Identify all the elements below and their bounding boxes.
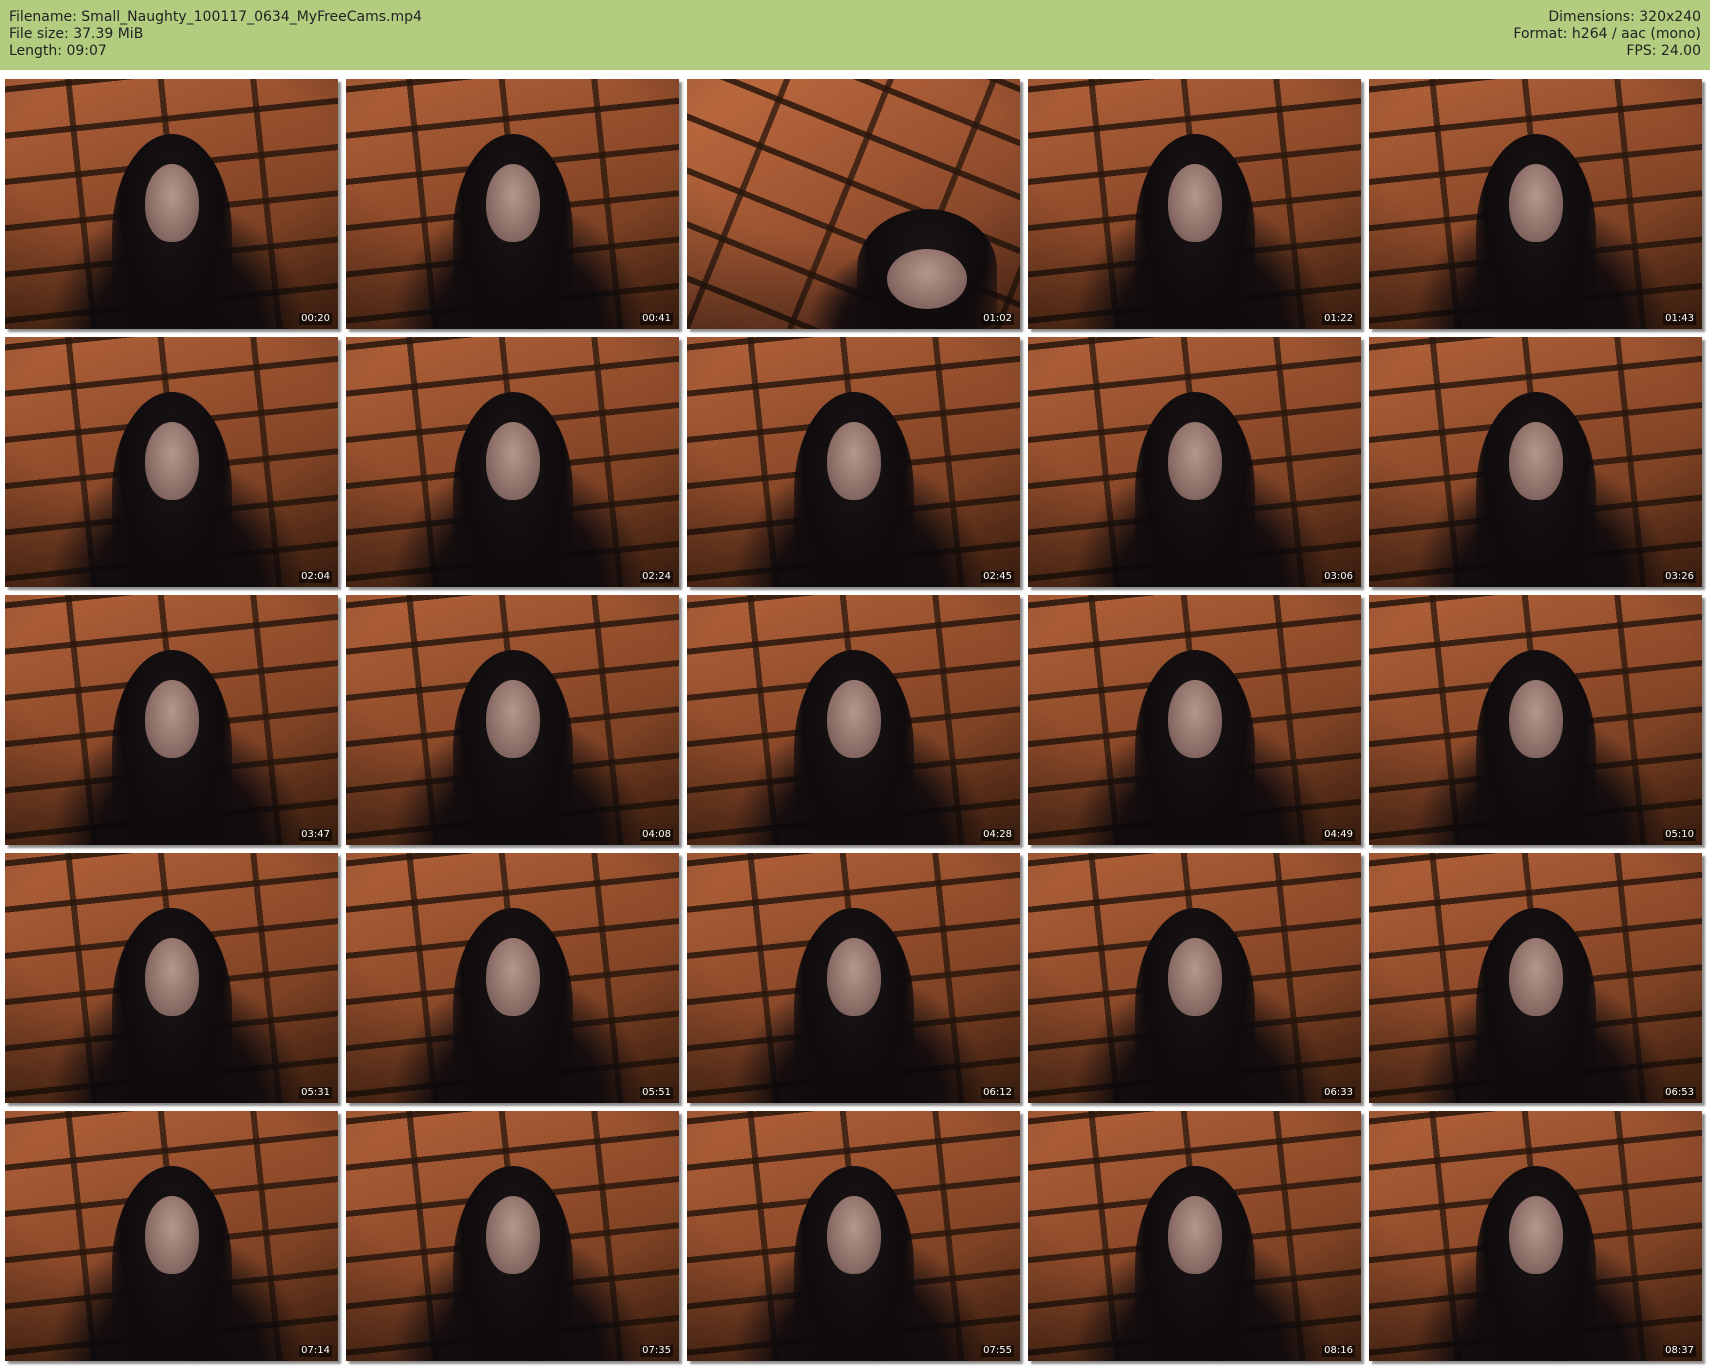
frame-timestamp: 05:10 bbox=[1663, 829, 1696, 841]
thumbnail-image-face bbox=[1167, 164, 1222, 242]
thumbnail-frame: 08:16 bbox=[1028, 1111, 1361, 1361]
length-text: Length: 09:07 bbox=[9, 43, 107, 59]
thumbnail-frame: 03:26 bbox=[1369, 337, 1702, 587]
thumbnail-frame: 05:10 bbox=[1369, 595, 1702, 845]
thumbnail-image-face bbox=[485, 164, 540, 242]
file-size-text: File size: 37.39 MiB bbox=[9, 26, 144, 42]
frame-timestamp: 01:43 bbox=[1663, 313, 1696, 325]
thumbnail-image-face bbox=[144, 680, 199, 758]
frame-timestamp: 04:08 bbox=[640, 829, 673, 841]
dimensions-text: Dimensions: 320x240 bbox=[1548, 9, 1701, 25]
thumbnail-image-face bbox=[826, 422, 881, 500]
thumbnail-frame: 00:20 bbox=[5, 79, 338, 329]
info-header: Filename: Small_Naughty_100117_0634_MyFr… bbox=[0, 0, 1710, 70]
file-info: Filename: Small_Naughty_100117_0634_MyFr… bbox=[9, 9, 422, 60]
thumbnail-image-face bbox=[1167, 1196, 1222, 1274]
frame-timestamp: 06:53 bbox=[1663, 1087, 1696, 1099]
thumbnail-image-face bbox=[485, 1196, 540, 1274]
thumbnail-frame: 06:53 bbox=[1369, 853, 1702, 1103]
thumbnail-image-face bbox=[485, 938, 540, 1016]
thumbnail-image-face bbox=[485, 680, 540, 758]
thumbnail-image-face bbox=[1508, 1196, 1563, 1274]
thumbnail-image-face bbox=[1167, 422, 1222, 500]
format-text: Format: h264 / aac (mono) bbox=[1513, 26, 1701, 42]
thumbnail-image-face bbox=[1508, 680, 1563, 758]
thumbnail-frame: 02:24 bbox=[346, 337, 679, 587]
thumbnail-frame: 03:47 bbox=[5, 595, 338, 845]
frame-timestamp: 01:02 bbox=[981, 313, 1014, 325]
frame-timestamp: 05:31 bbox=[299, 1087, 332, 1099]
thumbnail-image-face bbox=[485, 422, 540, 500]
thumbnail-frame: 06:33 bbox=[1028, 853, 1361, 1103]
frame-timestamp: 03:47 bbox=[299, 829, 332, 841]
thumbnail-frame: 04:08 bbox=[346, 595, 679, 845]
frame-timestamp: 02:04 bbox=[299, 571, 332, 583]
thumbnail-frame: 05:31 bbox=[5, 853, 338, 1103]
thumbnail-image-face bbox=[886, 249, 967, 309]
thumbnail-image-face bbox=[826, 680, 881, 758]
thumbnail-image-face bbox=[826, 1196, 881, 1274]
thumbnail-frame: 08:37 bbox=[1369, 1111, 1702, 1361]
frame-timestamp: 05:51 bbox=[640, 1087, 673, 1099]
thumbnail-frame: 01:02 bbox=[687, 79, 1020, 329]
filename-text: Filename: Small_Naughty_100117_0634_MyFr… bbox=[9, 9, 422, 25]
frame-timestamp: 07:35 bbox=[640, 1345, 673, 1357]
frame-timestamp: 07:55 bbox=[981, 1345, 1014, 1357]
thumbnail-frame: 06:12 bbox=[687, 853, 1020, 1103]
frame-timestamp: 03:06 bbox=[1322, 571, 1355, 583]
thumbnail-image-face bbox=[826, 938, 881, 1016]
frame-timestamp: 00:20 bbox=[299, 313, 332, 325]
frame-timestamp: 08:16 bbox=[1322, 1345, 1355, 1357]
thumbnail-frame: 03:06 bbox=[1028, 337, 1361, 587]
thumbnail-frame: 01:43 bbox=[1369, 79, 1702, 329]
thumbnail-image-face bbox=[1508, 422, 1563, 500]
frame-timestamp: 03:26 bbox=[1663, 571, 1696, 583]
frame-timestamp: 00:41 bbox=[640, 313, 673, 325]
thumbnail-image-face bbox=[144, 938, 199, 1016]
thumbnail-image-face bbox=[144, 422, 199, 500]
thumbnail-image-face bbox=[1508, 164, 1563, 242]
media-info: Dimensions: 320x240 Format: h264 / aac (… bbox=[1513, 9, 1701, 60]
frame-timestamp: 07:14 bbox=[299, 1345, 332, 1357]
thumbnail-frame: 04:28 bbox=[687, 595, 1020, 845]
thumbnail-image-face bbox=[1508, 938, 1563, 1016]
thumbnail-grid: 00:20 00:41 01:02 01:22 01:43 02:04 02:2… bbox=[5, 79, 1705, 1361]
thumbnail-image-face bbox=[1167, 680, 1222, 758]
thumbnail-frame: 07:55 bbox=[687, 1111, 1020, 1361]
frame-timestamp: 04:49 bbox=[1322, 829, 1355, 841]
frame-timestamp: 04:28 bbox=[981, 829, 1014, 841]
thumbnail-frame: 05:51 bbox=[346, 853, 679, 1103]
thumbnail-frame: 02:04 bbox=[5, 337, 338, 587]
frame-timestamp: 06:12 bbox=[981, 1087, 1014, 1099]
thumbnail-image-face bbox=[1167, 938, 1222, 1016]
thumbnail-frame: 00:41 bbox=[346, 79, 679, 329]
thumbnail-frame: 01:22 bbox=[1028, 79, 1361, 329]
frame-timestamp: 02:45 bbox=[981, 571, 1014, 583]
thumbnail-image-face bbox=[144, 1196, 199, 1274]
thumbnail-frame: 04:49 bbox=[1028, 595, 1361, 845]
frame-timestamp: 06:33 bbox=[1322, 1087, 1355, 1099]
frame-timestamp: 08:37 bbox=[1663, 1345, 1696, 1357]
thumbnail-frame: 02:45 bbox=[687, 337, 1020, 587]
thumbnail-frame: 07:35 bbox=[346, 1111, 679, 1361]
frame-timestamp: 01:22 bbox=[1322, 313, 1355, 325]
thumbnail-frame: 07:14 bbox=[5, 1111, 338, 1361]
fps-text: FPS: 24.00 bbox=[1626, 43, 1701, 59]
frame-timestamp: 02:24 bbox=[640, 571, 673, 583]
thumbnail-image-face bbox=[144, 164, 199, 242]
